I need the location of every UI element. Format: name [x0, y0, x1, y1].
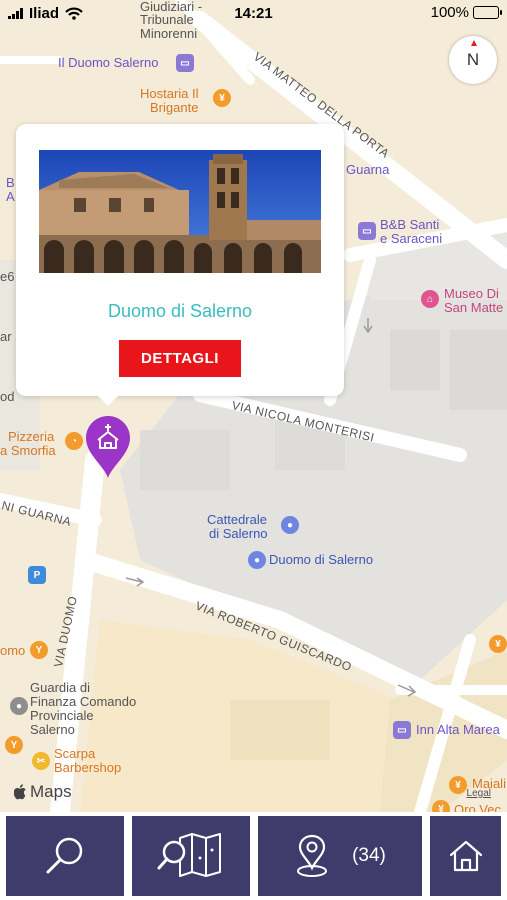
parking-icon[interactable]: P	[28, 566, 46, 584]
label-minorenni: Minorenni	[140, 26, 198, 41]
battery-percent: 100%	[430, 4, 469, 21]
label-guarna[interactable]: Guarna	[346, 163, 389, 177]
landmark-icon[interactable]: ●	[248, 551, 266, 569]
bed-icon[interactable]: ▭	[393, 721, 411, 739]
label-left-e6: e6	[0, 269, 15, 284]
place-title: Duomo di Salerno	[107, 301, 253, 321]
label-left-a: A	[6, 189, 15, 204]
search-icon	[46, 837, 83, 874]
compass-needle-icon	[471, 40, 477, 46]
label-left-b: B	[6, 175, 15, 190]
bottom-toolbar: (34)	[0, 812, 507, 900]
home-button[interactable]	[430, 816, 501, 896]
label-duomo-hotel[interactable]: Il Duomo Salerno	[58, 56, 158, 70]
details-button[interactable]: DETTAGLI	[119, 340, 241, 377]
label-guardia-2[interactable]: Finanza Comando	[30, 695, 136, 709]
cathedral-photo	[39, 150, 321, 273]
restaurant-icon[interactable]: ¥	[213, 89, 231, 107]
places-count: (34)	[352, 845, 386, 866]
home-icon	[449, 840, 482, 872]
label-museo-2[interactable]: San Matte	[444, 301, 503, 315]
barber-icon[interactable]: ✂	[32, 752, 50, 770]
label-bb-2[interactable]: e Saraceni	[380, 232, 442, 246]
label-left-ar: ar	[0, 329, 12, 344]
search-button[interactable]	[6, 816, 124, 896]
battery-status: 100%	[430, 4, 502, 21]
label-hostaria-1[interactable]: Hostaria Il	[140, 87, 199, 101]
compass-label: N	[466, 50, 480, 69]
map-view[interactable]: VIA MATTEO DELLA PORTA VIA NICOLA MONTER…	[0, 0, 507, 812]
places-nearby-button[interactable]: (34)	[258, 816, 422, 896]
label-oro[interactable]: Oro Vec	[454, 803, 501, 813]
label-guardia-3[interactable]: Provinciale	[30, 709, 94, 723]
museum-icon[interactable]: ⌂	[421, 290, 439, 308]
label-left-od: od	[0, 389, 15, 404]
map-search-button[interactable]	[132, 816, 250, 896]
battery-icon	[473, 6, 502, 19]
label-pizzeria-2[interactable]: a Smorfia	[0, 444, 56, 458]
label-pizzeria-1[interactable]: Pizzeria	[8, 430, 54, 444]
label-cattedrale-2[interactable]: di Salerno	[209, 527, 268, 541]
label-guardia-4[interactable]: Salerno	[30, 723, 75, 737]
label-inn[interactable]: Inn Alta Marea	[416, 723, 500, 737]
location-pin-icon	[297, 834, 328, 877]
church-pin[interactable]	[84, 414, 132, 485]
bar-icon[interactable]: Y	[5, 736, 23, 754]
map-search-icon	[157, 833, 221, 877]
restaurant-icon[interactable]: ¥	[489, 635, 507, 653]
bed-icon[interactable]: ▭	[358, 222, 376, 240]
pizza-icon[interactable]: ◔	[65, 432, 83, 450]
place-callout[interactable]: Duomo di Salerno DETTAGLI	[16, 124, 344, 406]
label-scarpa-1[interactable]: Scarpa	[54, 747, 95, 761]
label-duomo-poi[interactable]: Duomo di Salerno	[269, 553, 373, 567]
church-pin-icon	[86, 416, 130, 478]
status-bar: Iliad 14:21 100%	[0, 0, 507, 28]
apple-icon	[14, 784, 26, 800]
label-cattedrale-1[interactable]: Cattedrale	[207, 513, 267, 527]
cathedral-illustration	[39, 150, 321, 273]
label-bb-1[interactable]: B&B Santi	[380, 218, 439, 232]
label-hostaria-2[interactable]: Brigante	[150, 101, 198, 115]
compass-button[interactable]: N	[449, 36, 497, 84]
legal-link[interactable]: Legal	[467, 788, 491, 799]
label-guardia-1[interactable]: Guardia di	[30, 681, 90, 695]
restaurant-icon[interactable]: ¥	[449, 776, 467, 794]
maps-text: Maps	[30, 782, 72, 801]
label-left-omo: omo	[0, 643, 26, 658]
restaurant-icon[interactable]: ¥	[432, 800, 450, 812]
police-icon[interactable]: ●	[10, 697, 28, 715]
bed-icon[interactable]: ▭	[176, 54, 194, 72]
landmark-icon[interactable]: ●	[281, 516, 299, 534]
bar-icon[interactable]: Y	[30, 641, 48, 659]
label-museo-1[interactable]: Museo Di	[444, 287, 499, 301]
label-scarpa-2[interactable]: Barbershop	[54, 761, 121, 775]
apple-maps-logo: Maps	[14, 782, 72, 802]
